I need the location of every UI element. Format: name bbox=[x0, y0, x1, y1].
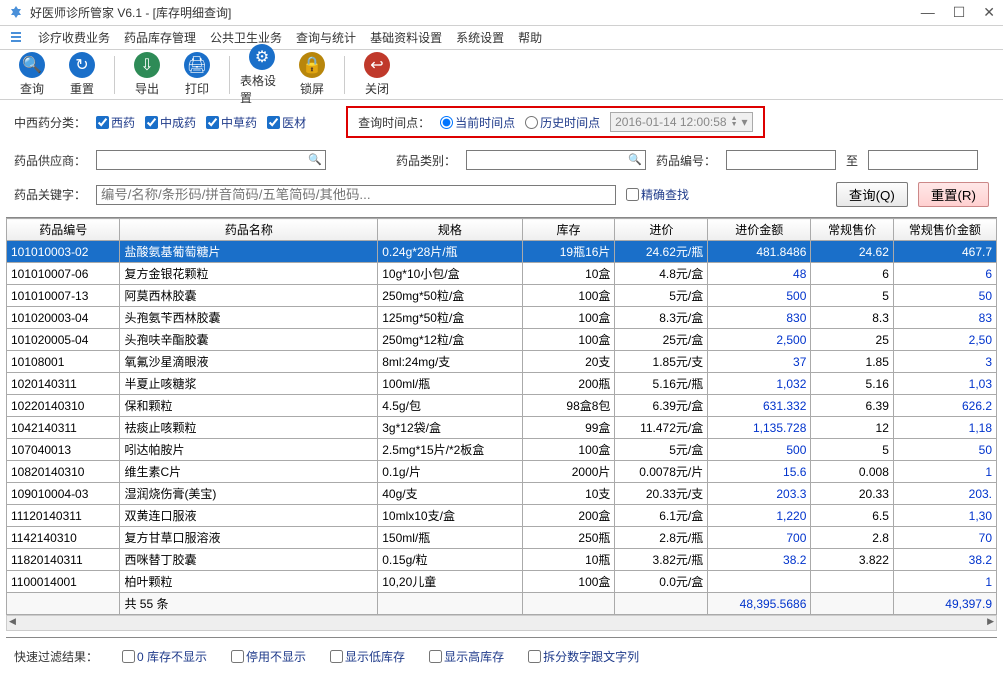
column-header[interactable]: 常规售价 bbox=[811, 219, 894, 241]
keyword-label: 药品关键字： bbox=[14, 186, 86, 203]
toolbar: 🔍查询↻重置⇩导出🖨打印⚙表格设置🔒锁屏↩关闭 bbox=[0, 50, 1003, 100]
query-button[interactable]: 查询(Q) bbox=[836, 182, 908, 207]
dropdown-icon[interactable]: ▾ bbox=[742, 115, 748, 129]
table-row[interactable]: 10220140310保和颗粒4.5g/包98盒8包6.39元/盒631.332… bbox=[7, 395, 997, 417]
minimize-button[interactable]: — bbox=[921, 4, 935, 21]
table-row[interactable]: 10820140310维生素C片0.1g/片2000片0.0078元/片15.6… bbox=[7, 461, 997, 483]
table-row[interactable]: 101020005-04头孢呋辛酯胶囊250mg*12粒/盒100盒25元/盒2… bbox=[7, 329, 997, 351]
timepoint-radio-history[interactable]: 历史时间点 bbox=[525, 114, 600, 131]
exact-checkbox[interactable]: 精确查找 bbox=[626, 186, 689, 203]
menu-item[interactable]: 诊疗收费业务 bbox=[38, 29, 110, 46]
table-row[interactable]: 1042140311祛痰止咳颗粒3g*12袋/盒99盒11.472元/盒1,13… bbox=[7, 417, 997, 439]
close-button[interactable]: ✕ bbox=[983, 4, 995, 21]
table-row[interactable]: 1142140310复方甘草口服溶液150ml/瓶250瓶2.8元/瓶7002.… bbox=[7, 527, 997, 549]
table-row[interactable]: 101010007-13阿莫西林胶囊250mg*50粒/盒100盒5元/盒500… bbox=[7, 285, 997, 307]
table-row[interactable]: 101020003-04头孢氨苄西林胶囊125mg*50粒/盒100盒8.3元/… bbox=[7, 307, 997, 329]
column-header[interactable]: 药品名称 bbox=[120, 219, 378, 241]
quickfilter-checkbox[interactable]: 停用不显示 bbox=[231, 648, 306, 665]
table-row[interactable]: 101010003-02盐酸氨基葡萄糖片0.24g*28片/瓶19瓶16片24.… bbox=[7, 241, 997, 263]
menu-item[interactable]: 系统设置 bbox=[456, 29, 504, 46]
timepoint-box: 查询时间点： 当前时间点 历史时间点 2016-01-14 12:00:58 ▲… bbox=[346, 106, 764, 138]
data-table: 药品编号药品名称规格库存进价进价金额常规售价常规售价金额 101010003-0… bbox=[6, 218, 997, 615]
maximize-button[interactable]: ☐ bbox=[953, 4, 966, 21]
column-header[interactable]: 常规售价金额 bbox=[893, 219, 996, 241]
toolbar-重置[interactable]: ↻重置 bbox=[60, 52, 104, 97]
quickfilter-checkbox[interactable]: 显示高库存 bbox=[429, 648, 504, 665]
toolbar-导出[interactable]: ⇩导出 bbox=[125, 52, 169, 97]
table-row[interactable]: 11820140311西咪替丁胶囊0.15g/粒10瓶3.82元/瓶38.23.… bbox=[7, 549, 997, 571]
quickfilter-checkbox[interactable]: 拆分数字跟文字列 bbox=[528, 648, 639, 665]
column-header[interactable]: 进价 bbox=[615, 219, 708, 241]
supplier-input[interactable] bbox=[96, 150, 326, 170]
app-icon bbox=[8, 5, 24, 21]
toolbar-表格设置[interactable]: ⚙表格设置 bbox=[240, 44, 284, 106]
column-header[interactable]: 药品编号 bbox=[7, 219, 120, 241]
toolbar-打印[interactable]: 🖨打印 bbox=[175, 52, 219, 97]
datetime-field[interactable]: 2016-01-14 12:00:58 ▲▼ ▾ bbox=[610, 112, 752, 132]
menu-item[interactable]: 药品库存管理 bbox=[124, 29, 196, 46]
quickfilter-checkbox[interactable]: 显示低库存 bbox=[330, 648, 405, 665]
quickfilter-label: 快速过滤结果： bbox=[14, 648, 98, 665]
toolbar-查询[interactable]: 🔍查询 bbox=[10, 52, 54, 97]
menubar: 诊疗收费业务 药品库存管理 公共卫生业务 查询与统计 基础资料设置 系统设置 帮… bbox=[0, 26, 1003, 50]
table-row[interactable]: 11120140311双黄连口服液10mlx10支/盒200盒6.1元/盒1,2… bbox=[7, 505, 997, 527]
menu-item[interactable]: 帮助 bbox=[518, 29, 542, 46]
category-checkbox[interactable]: 医材 bbox=[267, 114, 306, 131]
class-input[interactable] bbox=[466, 150, 646, 170]
column-header[interactable]: 规格 bbox=[378, 219, 522, 241]
horizontal-scrollbar[interactable] bbox=[6, 615, 997, 631]
timepoint-radio-current[interactable]: 当前时间点 bbox=[440, 114, 515, 131]
table-row[interactable]: 1020140311半夏止咳糖浆100ml/瓶200瓶5.16元/瓶1,0325… bbox=[7, 373, 997, 395]
menu-lead-icon bbox=[8, 30, 24, 46]
category-checkbox[interactable]: 中草药 bbox=[206, 114, 257, 131]
category-label: 中西药分类： bbox=[14, 114, 86, 131]
to-label: 至 bbox=[846, 152, 858, 169]
category-checkbox[interactable]: 中成药 bbox=[145, 114, 196, 131]
keyword-input[interactable] bbox=[96, 185, 616, 205]
window-title: 好医师诊所管家 V6.1 - [库存明细查询] bbox=[30, 4, 921, 21]
toolbar-锁屏[interactable]: 🔒锁屏 bbox=[290, 52, 334, 97]
toolbar-关闭[interactable]: ↩关闭 bbox=[355, 52, 399, 97]
class-label: 药品类别： bbox=[396, 152, 456, 169]
category-checkbox[interactable]: 西药 bbox=[96, 114, 135, 131]
quickfilter-checkbox[interactable]: 0 库存不显示 bbox=[122, 648, 207, 665]
code-to-input[interactable] bbox=[868, 150, 978, 170]
reset-button[interactable]: 重置(R) bbox=[918, 182, 989, 207]
table-row[interactable]: 10108001氧氟沙星滴眼液8ml:24mg/支20支1.85元/支371.8… bbox=[7, 351, 997, 373]
table-row[interactable]: 107040013吲达帕胺片2.5mg*15片/*2板盒100盒5元/盒5005… bbox=[7, 439, 997, 461]
table-row[interactable]: 101010007-06复方金银花颗粒10g*10小包/盒10盒4.8元/盒48… bbox=[7, 263, 997, 285]
column-header[interactable]: 进价金额 bbox=[708, 219, 811, 241]
supplier-label: 药品供应商： bbox=[14, 152, 86, 169]
table-row[interactable]: 1100014001柏叶颗粒10,20儿童100盒0.0元/盒1 bbox=[7, 571, 997, 593]
menu-item[interactable]: 基础资料设置 bbox=[370, 29, 442, 46]
column-header[interactable]: 库存 bbox=[522, 219, 615, 241]
code-from-input[interactable] bbox=[726, 150, 836, 170]
menu-item[interactable]: 查询与统计 bbox=[296, 29, 356, 46]
code-label: 药品编号： bbox=[656, 152, 716, 169]
table-row[interactable]: 109010004-03湿润烧伤膏(美宝)40g/支10支20.33元/支203… bbox=[7, 483, 997, 505]
timepoint-label: 查询时间点： bbox=[358, 114, 430, 131]
spinner-icon[interactable]: ▲▼ bbox=[731, 116, 738, 128]
